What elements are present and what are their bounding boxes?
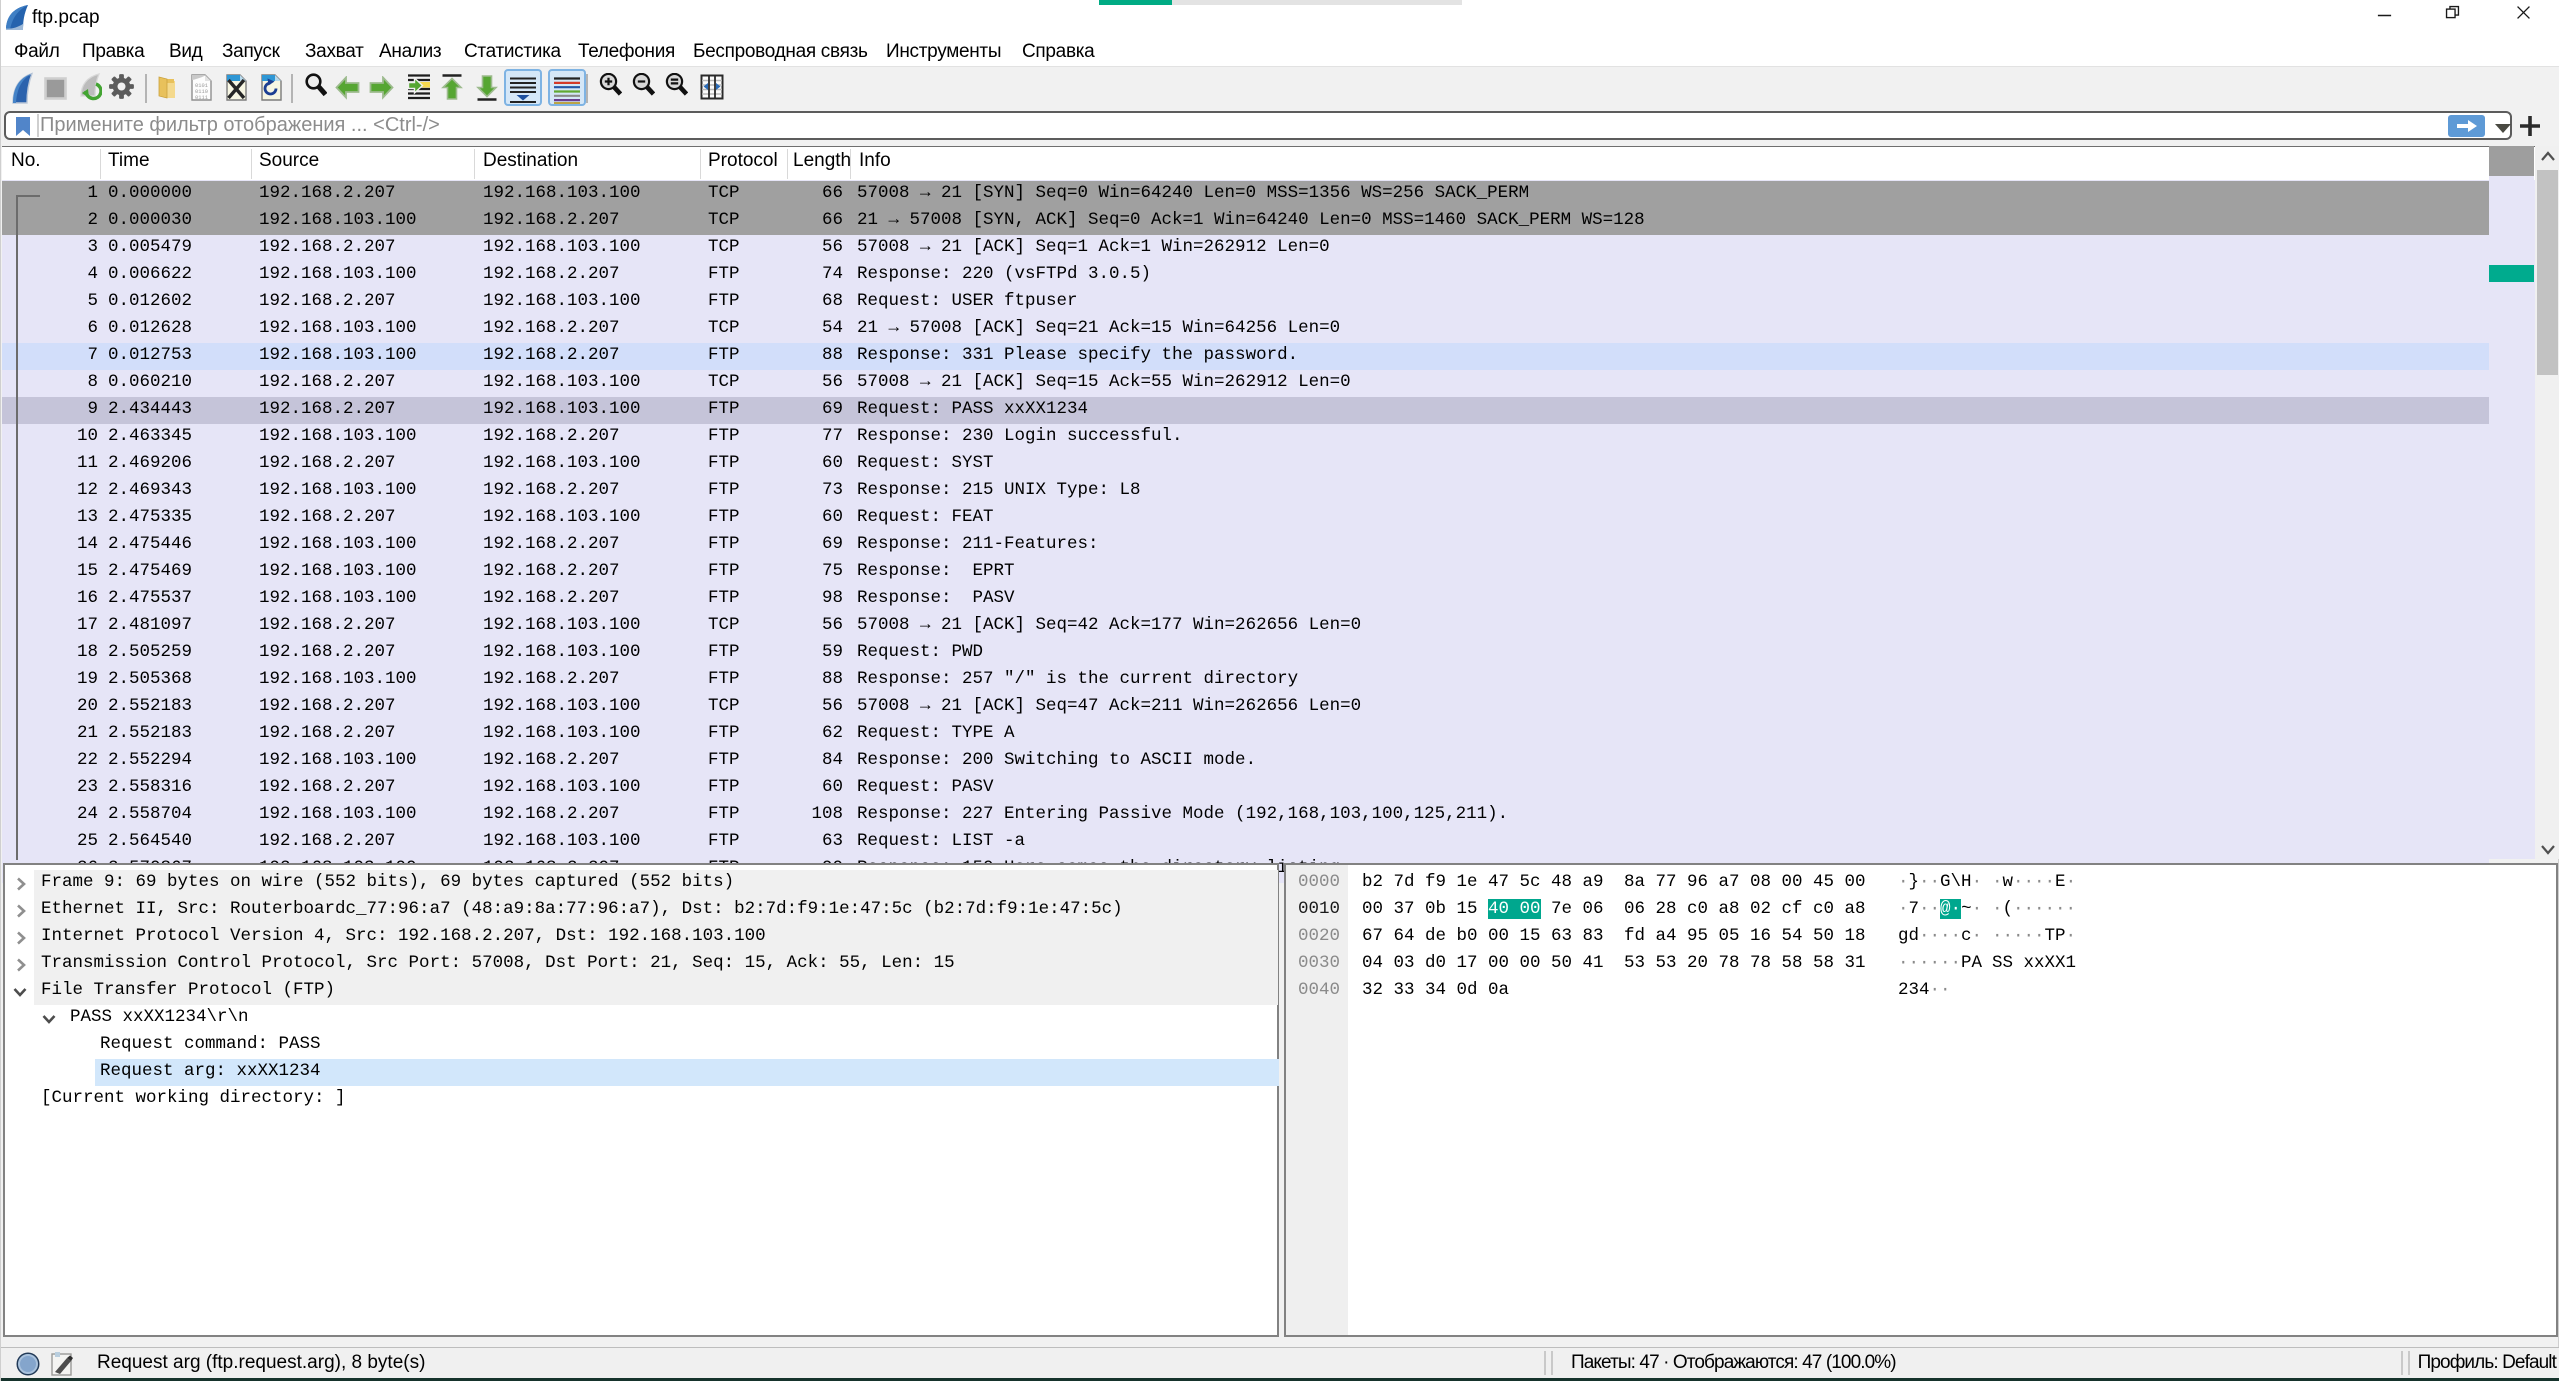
- svg-text:0111: 0111: [195, 95, 208, 101]
